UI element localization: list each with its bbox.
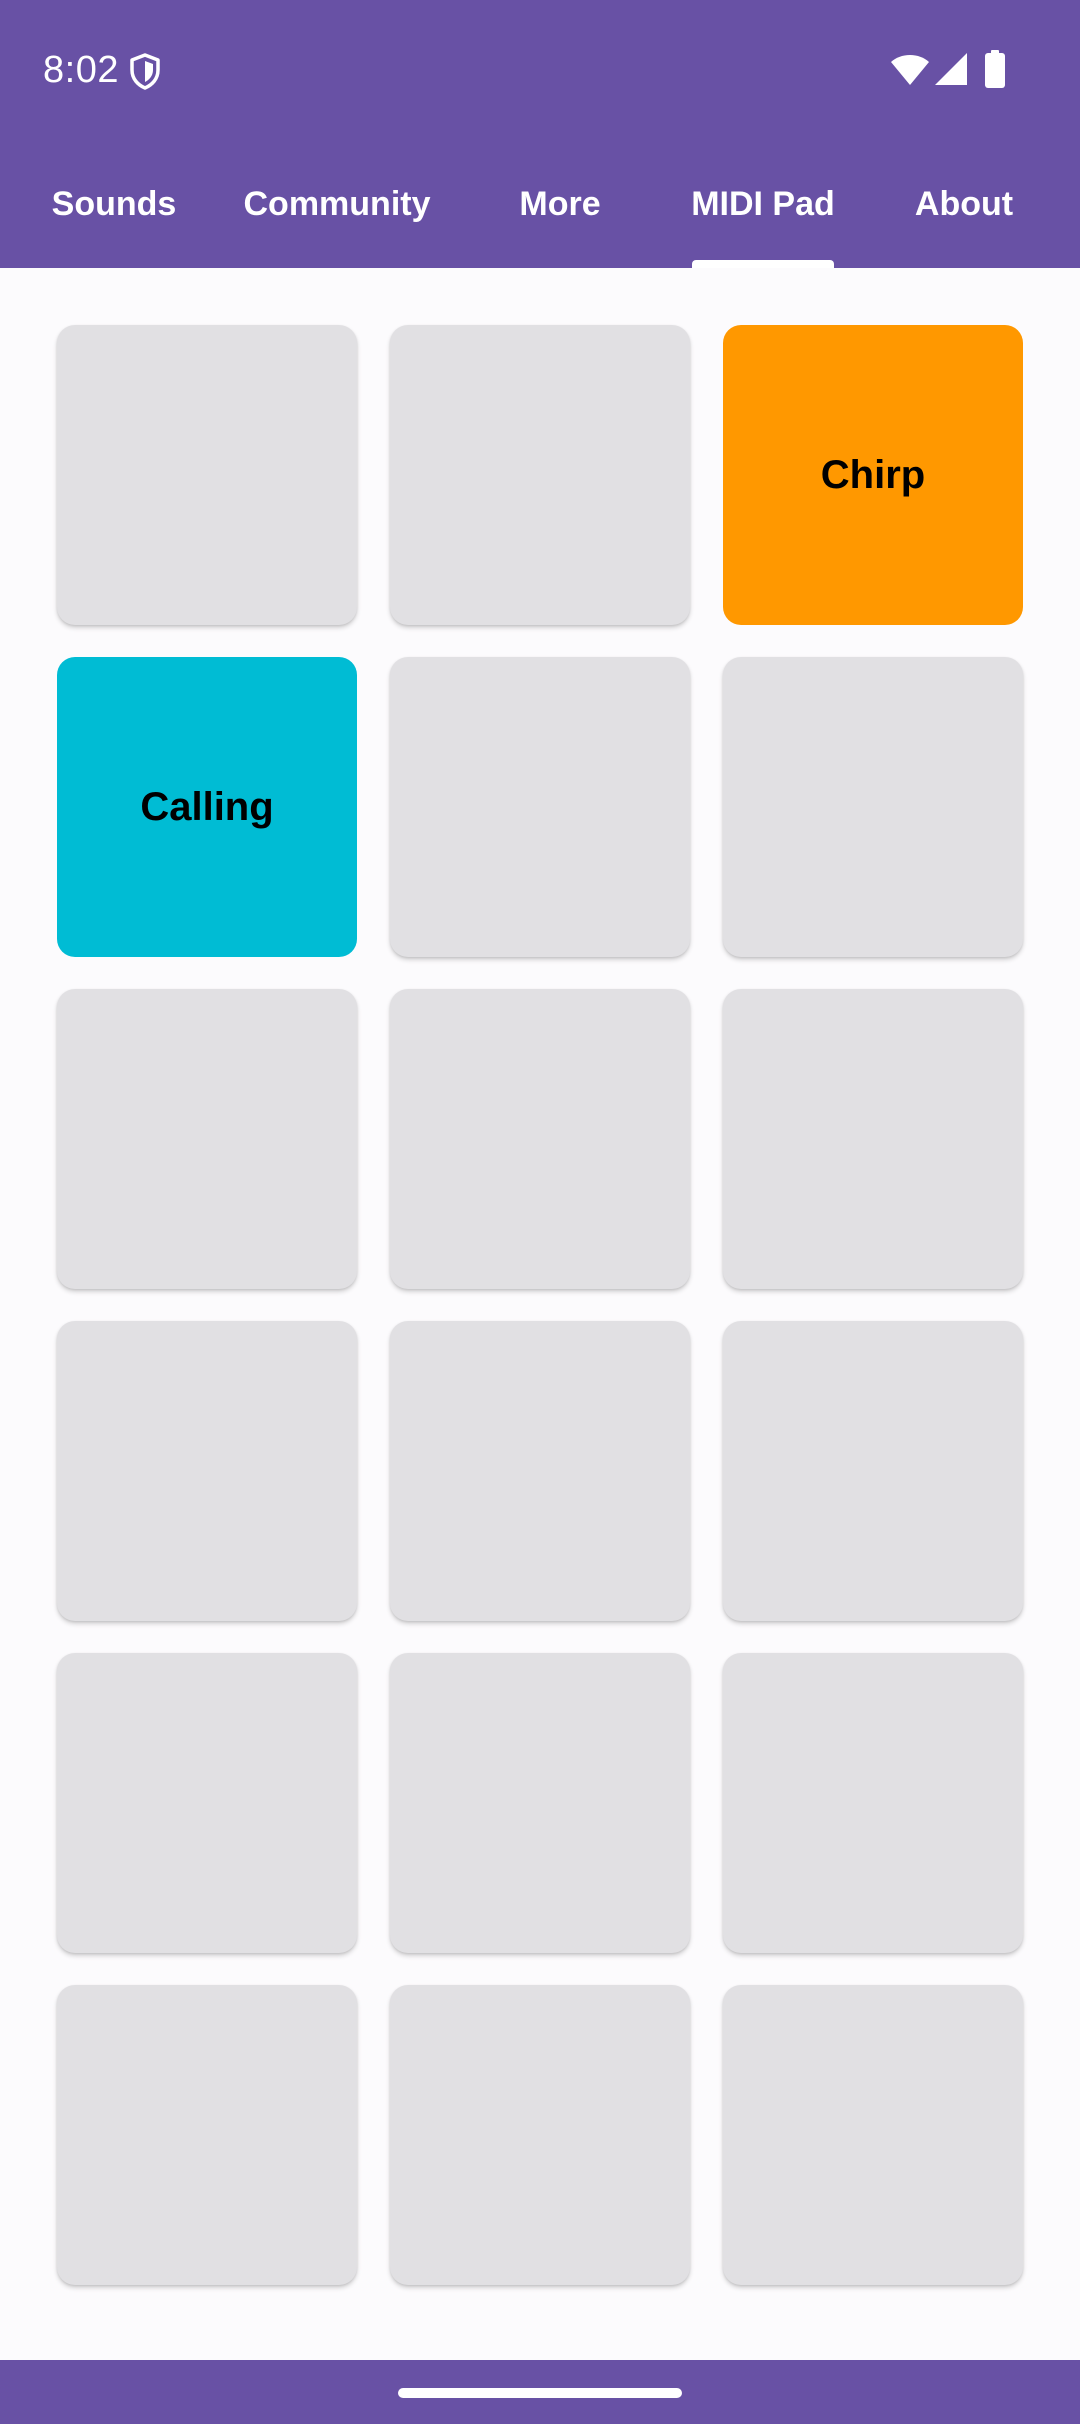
midi-pad[interactable] (723, 989, 1023, 1289)
shield-icon (130, 53, 160, 90)
tab-about[interactable]: About (882, 140, 1046, 268)
midi-pad[interactable] (390, 1985, 690, 2285)
status-time: 8:02 (43, 49, 119, 91)
midi-pad[interactable]: Chirp (723, 325, 1023, 625)
midi-pad[interactable] (390, 1321, 690, 1621)
battery-icon (985, 50, 1005, 88)
tab-more[interactable]: More (476, 140, 644, 268)
tab-bar: Sounds Community More MIDI Pad About (0, 140, 1080, 268)
pad-label: Calling (140, 784, 274, 829)
wifi-icon (891, 55, 929, 85)
midi-pad[interactable] (57, 1321, 357, 1621)
navigation-bar (0, 2360, 1080, 2424)
tab-label: Sounds (51, 184, 177, 223)
tab-label: MIDI Pad (691, 184, 835, 223)
midi-pad[interactable] (390, 657, 690, 957)
midi-pad[interactable] (723, 657, 1023, 957)
home-handle[interactable] (398, 2388, 682, 2398)
midi-pad[interactable] (390, 1653, 690, 1953)
midi-pad[interactable] (723, 1985, 1023, 2285)
midi-pad-grid: Chirp Calling (57, 325, 1023, 2287)
status-bar: 8:02 (0, 0, 1080, 140)
pad-label: Chirp (820, 452, 926, 497)
midi-pad[interactable] (57, 1985, 357, 2285)
signal-icon (935, 53, 967, 85)
tab-label: Community (243, 184, 431, 223)
tab-community[interactable]: Community (218, 140, 456, 268)
midi-pad[interactable] (390, 325, 690, 625)
tab-label: More (519, 184, 601, 223)
midi-pad[interactable] (57, 989, 357, 1289)
midi-pad[interactable] (390, 989, 690, 1289)
midi-pad[interactable]: Calling (57, 657, 357, 957)
midi-pad[interactable] (57, 1653, 357, 1953)
tab-indicator (692, 260, 834, 268)
midi-pad[interactable] (723, 1321, 1023, 1621)
midi-pad[interactable] (723, 1653, 1023, 1953)
tab-sounds[interactable]: Sounds (20, 140, 208, 268)
app-bar: 8:02 Sounds Community More MIDI Pad Abou… (0, 0, 1080, 268)
midi-pad[interactable] (57, 325, 357, 625)
tab-midi-pad[interactable]: MIDI Pad (664, 140, 862, 268)
tab-label: About (914, 184, 1014, 223)
